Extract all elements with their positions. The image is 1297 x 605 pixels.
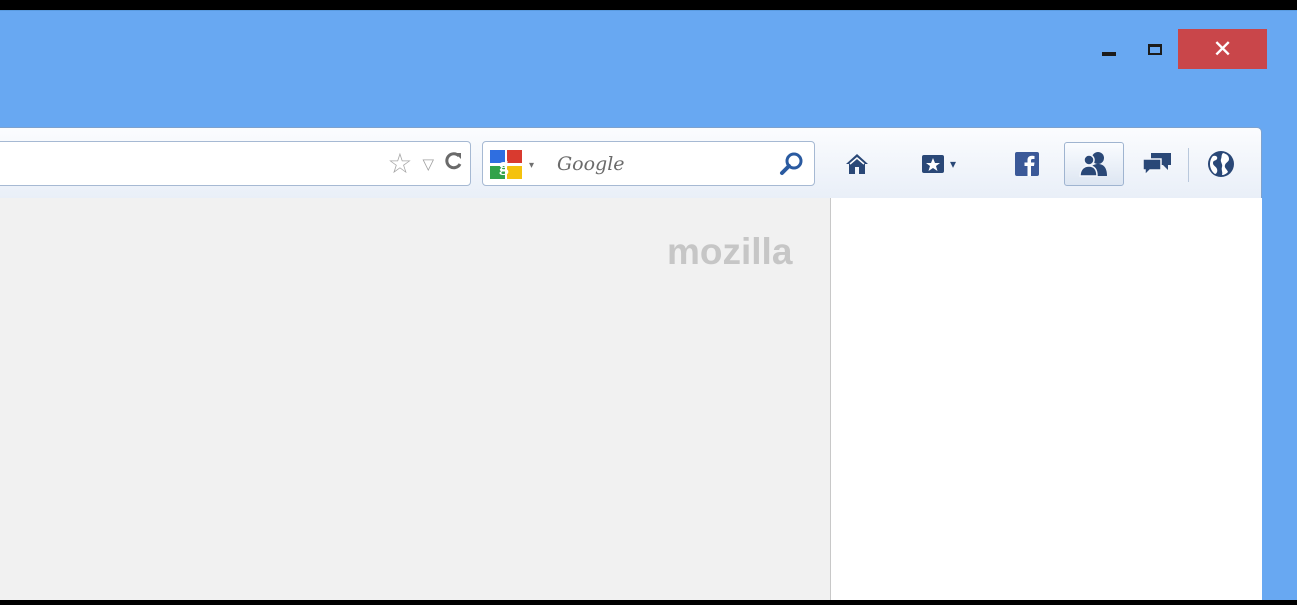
bookmarks-dropdown-icon: ▾: [949, 157, 957, 171]
search-input[interactable]: Google: [557, 153, 625, 175]
google-icon-red: [507, 150, 522, 163]
google-icon: g: [490, 150, 523, 180]
window-controls: ✕: [1086, 29, 1267, 69]
close-button[interactable]: ✕: [1178, 29, 1267, 69]
toolbar-separator: [1188, 148, 1189, 182]
browser-window: ✕ ☆ ▽ g ▾ Google ▾ mozilla: [0, 10, 1297, 601]
social-friends-button[interactable]: [1064, 142, 1124, 186]
reload-icon[interactable]: [444, 151, 464, 177]
globe-icon: [1208, 151, 1234, 177]
maximize-icon: [1148, 43, 1162, 55]
page-content: mozilla: [0, 198, 830, 601]
mozilla-logo: mozilla: [667, 231, 793, 272]
engine-dropdown-icon: ▾: [529, 159, 535, 171]
google-icon-yellow: [507, 166, 522, 179]
bookmarks-menu-icon: [921, 155, 944, 173]
url-bar-tools: ☆ ▽: [387, 142, 464, 185]
home-button[interactable]: [836, 142, 878, 186]
minimize-button[interactable]: [1086, 29, 1132, 69]
home-icon: [846, 154, 868, 174]
web-developer-button[interactable]: [1200, 142, 1242, 186]
facebook-button[interactable]: [1006, 142, 1048, 186]
bookmarks-menu-button[interactable]: ▾: [906, 142, 970, 186]
bottom-border: [0, 600, 1297, 605]
navigation-toolbar: ☆ ▽ g ▾ Google ▾: [0, 127, 1262, 199]
facebook-icon: [1015, 152, 1039, 176]
close-icon: ✕: [1212, 35, 1233, 63]
magnifier-icon[interactable]: [779, 151, 805, 177]
bookmark-star-icon[interactable]: ☆: [387, 149, 412, 178]
history-dropmarker-icon[interactable]: ▽: [422, 155, 434, 173]
magnifier-graphic: [780, 152, 803, 175]
search-engine-button[interactable]: g ▾: [490, 150, 534, 180]
google-icon-letter: g: [499, 155, 509, 176]
social-sidebar: [830, 198, 1262, 601]
maximize-button[interactable]: [1132, 29, 1178, 69]
minimize-icon: [1102, 52, 1116, 56]
chat-icon: [1142, 153, 1171, 177]
url-bar[interactable]: ☆ ▽: [0, 141, 471, 186]
chat-button[interactable]: [1136, 142, 1178, 186]
reload-arrow-graphic: [445, 151, 462, 169]
search-bar[interactable]: g ▾ Google: [482, 141, 815, 186]
social-friends-icon: [1079, 152, 1107, 177]
